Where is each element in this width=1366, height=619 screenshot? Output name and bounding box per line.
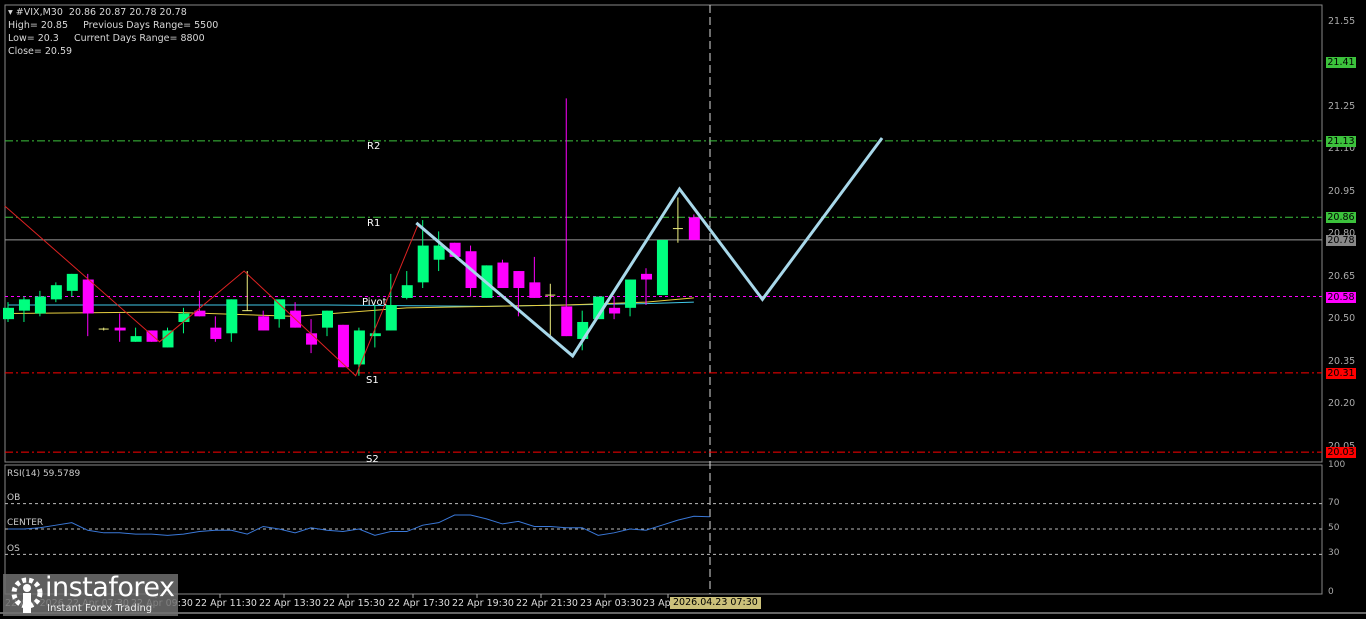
candle-bullish — [625, 279, 637, 308]
candle-bullish — [369, 333, 381, 337]
time-tick: 22 Apr 17:30 — [388, 598, 450, 609]
time-tick: 22 Apr 21:30 — [516, 598, 578, 609]
time-tick: 22 Apr 19:30 — [452, 598, 514, 609]
candle-bearish — [114, 327, 126, 331]
price-tick: 21.55 — [1328, 16, 1356, 27]
price-tick: 20.50 — [1328, 313, 1356, 325]
candle-bearish — [561, 306, 573, 337]
rsi-tick: 50 — [1328, 523, 1340, 533]
candle-bullish — [433, 245, 445, 260]
candle-bearish — [609, 307, 621, 314]
s2-label: S2 — [366, 454, 379, 462]
candle-bullish — [385, 305, 397, 331]
candle-bearish — [513, 271, 525, 289]
r1-price-label: 20.86 — [1326, 212, 1356, 224]
rsi-tick: 70 — [1328, 497, 1340, 508]
candle-bullish — [401, 285, 413, 298]
current-price-label: 20.78 — [1326, 234, 1356, 246]
price-tick: 20.20 — [1328, 398, 1356, 410]
rsi-center-label: CENTER — [7, 518, 44, 528]
r2-label: R2 — [367, 141, 381, 152]
candle-bearish — [82, 279, 94, 314]
candle-bullish — [656, 239, 668, 296]
symbol-line: ▾ #VIX,M30 20.86 20.87 20.78 20.78 — [8, 7, 187, 18]
r1-label: R1 — [367, 218, 381, 229]
candle-bullish — [162, 330, 174, 348]
price-tick: 20.95 — [1328, 185, 1356, 197]
main-pane-border — [4, 4, 1323, 463]
candle-bearish — [497, 262, 509, 289]
r2-price-label: 21.13 — [1326, 135, 1356, 147]
candle-bullish — [66, 273, 78, 291]
s1-price-label: 20.31 — [1326, 367, 1356, 379]
price-tick: 21.25 — [1328, 100, 1356, 112]
time-tick: 22 Apr 13:30 — [259, 598, 321, 609]
rsi-pane-border — [4, 464, 1323, 595]
time-tick: 22 Apr 15:30 — [323, 598, 385, 609]
candle-bearish — [688, 217, 700, 240]
close-line: Close= 20.59 — [8, 46, 73, 57]
rsi-tick: 0 — [1328, 586, 1334, 597]
s1-label: S1 — [366, 375, 379, 386]
candle-bearish — [258, 316, 270, 331]
candle-bullish — [322, 310, 333, 328]
candle-bullish — [3, 307, 14, 320]
s2-price-label: 20.03 — [1326, 447, 1356, 459]
rsi-tick: 100 — [1328, 459, 1346, 470]
candle-bullish — [353, 330, 365, 365]
rsi-line — [8, 514, 710, 536]
price-tick: 20.35 — [1328, 355, 1356, 367]
logo-brand: instaforex — [45, 572, 175, 603]
low-line: Low= 20.3 Current Days Range= 8800 — [8, 33, 205, 44]
instaforex-logo: instaforex Instant Forex Trading — [3, 572, 178, 616]
gear-person-icon — [11, 577, 43, 613]
rsi-title: RSI(14) 59.5789 — [7, 469, 81, 479]
chart-canvas[interactable] — [0, 0, 1366, 619]
high-line: High= 20.85 Previous Days Range= 5500 — [8, 20, 219, 31]
candle-bearish — [529, 282, 541, 298]
pivot-label: Pivot — [362, 297, 387, 308]
collapse-arrow-icon[interactable]: ▾ — [8, 7, 16, 18]
ma-slow-line — [7, 297, 694, 317]
candle-bullish — [226, 299, 238, 334]
rsi-ob-label: OB — [7, 493, 21, 503]
pivot-price-label: 20.58 — [1326, 291, 1356, 303]
rsi-os-label: OS — [7, 544, 20, 554]
time-tick: 23 Apr 03:30 — [580, 598, 642, 609]
candle-bullish — [130, 336, 142, 342]
r3-price-label: 21.41 — [1326, 56, 1356, 68]
forecast-path-line — [415, 137, 884, 359]
price-tick: 20.65 — [1328, 270, 1356, 282]
candle-bullish — [274, 299, 286, 320]
candle-bullish — [34, 296, 46, 314]
time-cursor-label: 2026.04.23 07:30 — [670, 597, 761, 609]
candle-bullish — [417, 245, 429, 283]
candle-bullish — [18, 299, 30, 311]
candle-bullish — [50, 285, 62, 300]
candle-bearish — [210, 327, 222, 339]
logo-tagline: Instant Forex Trading — [47, 603, 153, 614]
time-tick: 22 Apr 11:30 — [195, 598, 257, 609]
candle-bearish — [641, 273, 652, 280]
rsi-tick: 30 — [1328, 548, 1340, 559]
